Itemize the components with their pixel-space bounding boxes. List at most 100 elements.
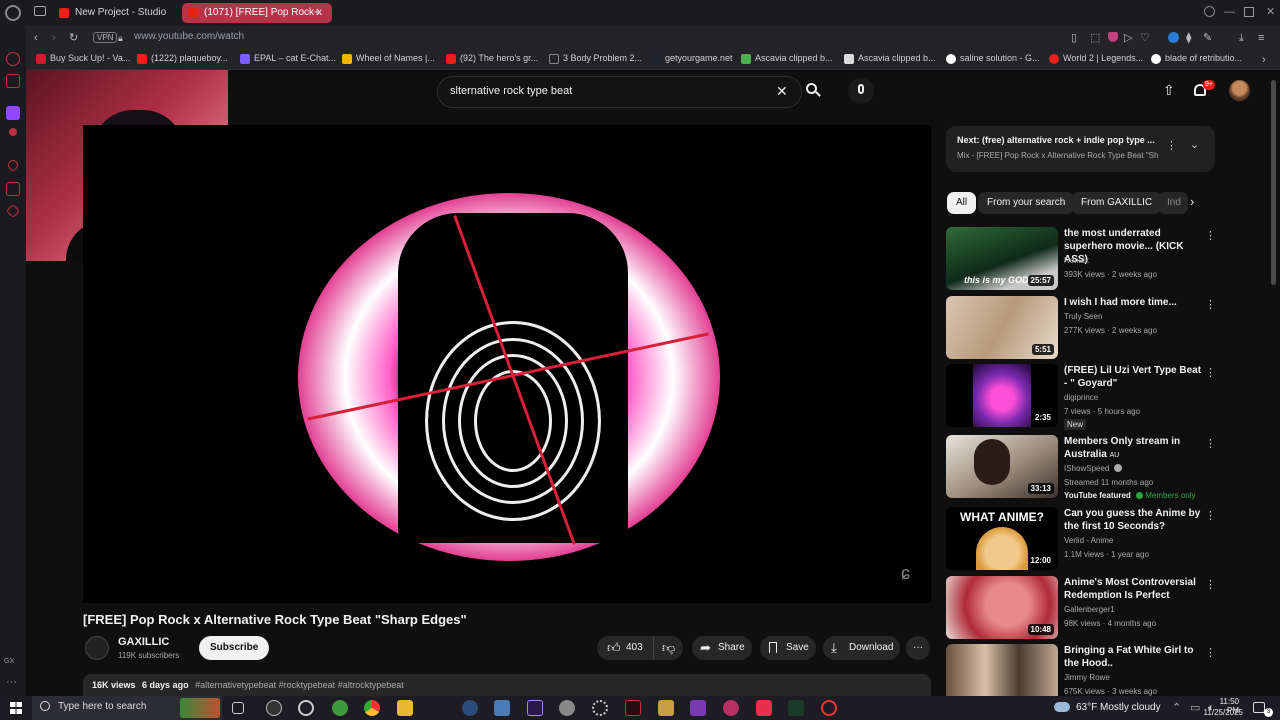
opera-logo-icon[interactable]: [5, 5, 21, 21]
voice-search-button[interactable]: [848, 78, 874, 104]
chips-next-icon[interactable]: ›: [1190, 194, 1194, 209]
taskbar-app-blue-icon[interactable]: [494, 700, 510, 716]
extensions-icon[interactable]: ✎: [1203, 31, 1212, 45]
sidebar-extensions-icon[interactable]: [5, 203, 21, 219]
rec-title[interactable]: (FREE) Lil Uzi Vert Type Beat - " Goyard…: [1064, 364, 1202, 390]
bookmark-item[interactable]: (92) The hero's gr...: [446, 53, 538, 64]
like-button[interactable]: 👍︎ 403: [597, 636, 652, 660]
taskbar-app-record-icon[interactable]: [821, 700, 837, 716]
taskbar-app-xbox-icon[interactable]: [332, 700, 348, 716]
sidebar-twitch-icon[interactable]: [6, 106, 20, 120]
up-next-panel[interactable]: Next: (free) alternative rock + indie po…: [946, 126, 1215, 172]
bookmark-item[interactable]: saline solution - G...: [946, 53, 1040, 64]
rec-channel[interactable]: Ronaix: [1064, 256, 1089, 265]
rec-channel[interactable]: Truly Seen: [1064, 312, 1102, 321]
list-item[interactable]: 2:35 (FREE) Lil Uzi Vert Type Beat - " G…: [946, 364, 1216, 430]
bookmark-item[interactable]: Ascavia clipped b...: [741, 53, 833, 64]
bookmark-item[interactable]: Wheel of Names |...: [342, 53, 435, 64]
chip-ind[interactable]: Ind: [1158, 192, 1188, 214]
rec-title[interactable]: Anime's Most Controversial Redemption Is…: [1064, 576, 1202, 602]
taskbar-app-after-effects-icon[interactable]: [527, 700, 543, 716]
menu-icon[interactable]: ≡: [1258, 31, 1264, 45]
rec-channel[interactable]: IShowSpeed: [1064, 464, 1122, 473]
taskbar-app-tiktok-icon[interactable]: [756, 700, 772, 716]
extension-blue-icon[interactable]: [1168, 32, 1179, 43]
list-item[interactable]: Bringing a Fat White Girl to the Hood.. …: [946, 644, 1216, 696]
share-button[interactable]: ➦ Share: [692, 636, 752, 660]
avatar[interactable]: [1229, 80, 1250, 101]
taskbar-app-steam-icon[interactable]: [462, 700, 478, 716]
taskbar-app-notes-icon[interactable]: [658, 700, 674, 716]
list-item[interactable]: this is my GOD 25:57 the most underrated…: [946, 227, 1216, 291]
taskbar-app-purple-icon[interactable]: [690, 700, 706, 716]
kebab-icon[interactable]: ⋮: [1205, 509, 1216, 523]
download-icon[interactable]: ⤓: [1239, 31, 1244, 45]
url-field[interactable]: www.youtube.com/watch: [134, 31, 244, 42]
forward-button[interactable]: ›: [52, 31, 56, 45]
taskbar-search-box[interactable]: Type here to search: [32, 696, 222, 720]
rec-channel[interactable]: Jimmy Rowe: [1064, 673, 1110, 682]
chip-from-channel[interactable]: From GAXILLIC: [1072, 192, 1162, 214]
new-tab-button[interactable]: +: [310, 5, 324, 19]
video-thumbnail[interactable]: [946, 644, 1058, 696]
bookmark-item[interactable]: World 2 | Legends...: [1049, 53, 1143, 64]
bookmark-item[interactable]: blade of retributio...: [1151, 53, 1242, 64]
kebab-icon[interactable]: ⋮: [1205, 437, 1216, 451]
rec-title[interactable]: I wish I had more time...: [1064, 296, 1202, 309]
list-item[interactable]: 5:51 I wish I had more time... Truly See…: [946, 296, 1216, 360]
kebab-icon[interactable]: ⋮: [1205, 298, 1216, 312]
bookmarks-overflow-icon[interactable]: ›: [1262, 53, 1266, 67]
bookmark-item[interactable]: EPAL – cat E-Chat...: [240, 53, 336, 64]
tab-menu-icon[interactable]: [34, 6, 46, 16]
search-button[interactable]: [806, 83, 821, 97]
clock-date[interactable]: 11/25/2025: [1200, 708, 1243, 717]
tune-icon[interactable]: ⧫: [1186, 31, 1191, 45]
video-thumbnail[interactable]: WHAT ANIME? 12:00: [946, 507, 1058, 570]
taskbar-app-terminal-icon[interactable]: [788, 700, 804, 716]
search-input[interactable]: slternative rock type beat: [450, 85, 572, 97]
rec-channel[interactable]: Verlid - Anime: [1064, 536, 1113, 545]
maximize-button[interactable]: [1244, 7, 1254, 17]
task-view-icon[interactable]: [232, 702, 244, 714]
rec-channel[interactable]: Gallenberger1: [1064, 605, 1115, 614]
network-icon[interactable]: ▭: [1190, 701, 1200, 715]
bookmark-item[interactable]: 3 Body Problem 2...: [549, 53, 642, 64]
vpn-badge[interactable]: VPN: [93, 32, 118, 43]
bookmark-item[interactable]: Buy Suck Up! - Va...: [36, 53, 130, 64]
rec-title[interactable]: Bringing a Fat White Girl to the Hood..: [1064, 644, 1202, 670]
reload-button[interactable]: ↻: [69, 31, 78, 45]
sidebar-history-icon[interactable]: [6, 182, 20, 196]
hashtags[interactable]: #alternativetypebeat #rocktypebeat #altr…: [195, 680, 404, 690]
up-next-kebab-icon[interactable]: ⋮: [1166, 139, 1177, 152]
tray-overflow-icon[interactable]: ⌃: [1172, 701, 1181, 715]
bookmark-item[interactable]: (1222) plaqueboy...: [137, 53, 228, 64]
sidebar-gx-icon[interactable]: GX: [4, 655, 14, 669]
clear-search-icon[interactable]: ✕: [776, 84, 788, 98]
rec-channel[interactable]: digiprince: [1064, 393, 1098, 402]
start-button[interactable]: [10, 702, 22, 714]
chip-all[interactable]: All: [947, 192, 977, 214]
sidebar-news-icon[interactable]: [6, 74, 20, 88]
more-actions-button[interactable]: ···: [906, 636, 930, 660]
video-thumbnail[interactable]: 5:51: [946, 296, 1058, 359]
snapshot-icon[interactable]: ⬚: [1090, 31, 1100, 45]
tab-search-icon[interactable]: [1204, 6, 1215, 17]
taskbar-app-red-icon[interactable]: [625, 700, 641, 716]
chip-from-your-search[interactable]: From your search: [978, 192, 1075, 214]
taskbar-settings-icon[interactable]: [592, 700, 608, 716]
notifications-button[interactable]: 9+: [1193, 80, 1215, 100]
sidebar-more-icon[interactable]: ···: [6, 675, 17, 689]
close-window-button[interactable]: ✕: [1266, 5, 1275, 19]
chevron-down-icon[interactable]: ⌄: [1190, 138, 1199, 151]
bookmark-item[interactable]: getyourgame.net: [651, 53, 733, 64]
subscribe-button[interactable]: Subscribe: [199, 636, 270, 660]
video-thumbnail[interactable]: 10:48: [946, 576, 1058, 639]
kebab-icon[interactable]: ⋮: [1205, 229, 1216, 243]
rec-title[interactable]: Can you guess the Anime by the first 10 …: [1064, 507, 1202, 533]
video-thumbnail[interactable]: 33:13: [946, 435, 1058, 498]
channel-name[interactable]: GAXILLIC: [118, 636, 169, 648]
sidebar-heart-icon[interactable]: [5, 157, 21, 173]
page-scrollbar[interactable]: [1271, 80, 1276, 285]
minimize-button[interactable]: —: [1224, 5, 1235, 19]
description-box[interactable]: 16K views 6 days ago #alternativetypebea…: [83, 674, 931, 696]
